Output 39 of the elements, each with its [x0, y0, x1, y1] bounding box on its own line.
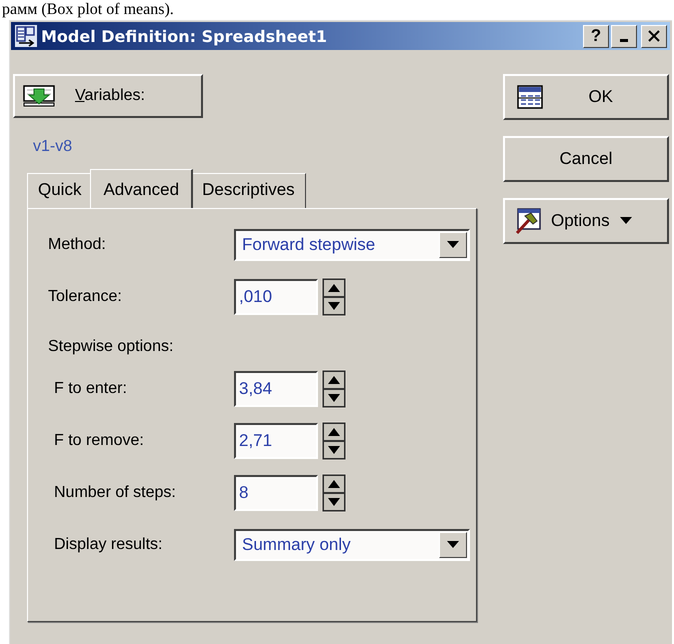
- field-label: Number of steps:: [54, 484, 177, 502]
- tab[interactable]: Advanced: [90, 169, 194, 208]
- close-icon: [648, 30, 660, 42]
- hammer-icon: [515, 208, 541, 234]
- dropdown[interactable]: Summary only: [234, 529, 470, 561]
- cancel-button[interactable]: Cancel: [503, 136, 669, 182]
- table-icon: [517, 85, 543, 109]
- page-caption: рамм (Box plot of means).: [2, 0, 174, 19]
- number-field[interactable]: 3,84: [234, 371, 318, 407]
- number-field[interactable]: 8: [234, 475, 318, 511]
- section-label: Stepwise options:: [48, 337, 174, 357]
- close-button[interactable]: [641, 24, 667, 48]
- variables-list-text: v1-v8: [33, 138, 74, 156]
- options-button[interactable]: Options: [503, 198, 669, 244]
- spinner-arrows-icon: [322, 370, 346, 408]
- dropdown-arrow-icon: [620, 217, 632, 225]
- spinner-arrows-icon: [322, 474, 346, 512]
- dropdown-arrow-icon: [447, 241, 459, 249]
- minimize-icon: [620, 39, 628, 42]
- field-label: Tolerance:: [48, 288, 123, 306]
- help-button[interactable]: ?: [583, 24, 609, 48]
- tab[interactable]: Quick: [27, 173, 92, 208]
- window-title: Model Definition: Spreadsheet1: [41, 26, 328, 46]
- field-label: F to remove:: [54, 432, 145, 450]
- field-label: Method:: [48, 236, 107, 254]
- download-arrow-icon: [23, 85, 55, 107]
- field-label: F to enter:: [54, 380, 128, 398]
- variables-button[interactable]: Variables:: [13, 74, 203, 118]
- spinner-arrows-icon: [322, 422, 346, 460]
- spinner-arrows-icon: [322, 278, 346, 316]
- app-icon: [15, 25, 37, 47]
- ok-button[interactable]: OK: [503, 74, 669, 120]
- number-field[interactable]: 2,71: [234, 423, 318, 459]
- minimize-button[interactable]: [611, 24, 637, 48]
- field-label: Display results:: [54, 536, 164, 554]
- number-field[interactable]: ,010: [234, 279, 318, 315]
- dropdown-arrow-icon: [447, 541, 459, 549]
- tab[interactable]: Descriptives: [191, 173, 306, 208]
- dropdown[interactable]: Forward stepwise: [234, 229, 470, 261]
